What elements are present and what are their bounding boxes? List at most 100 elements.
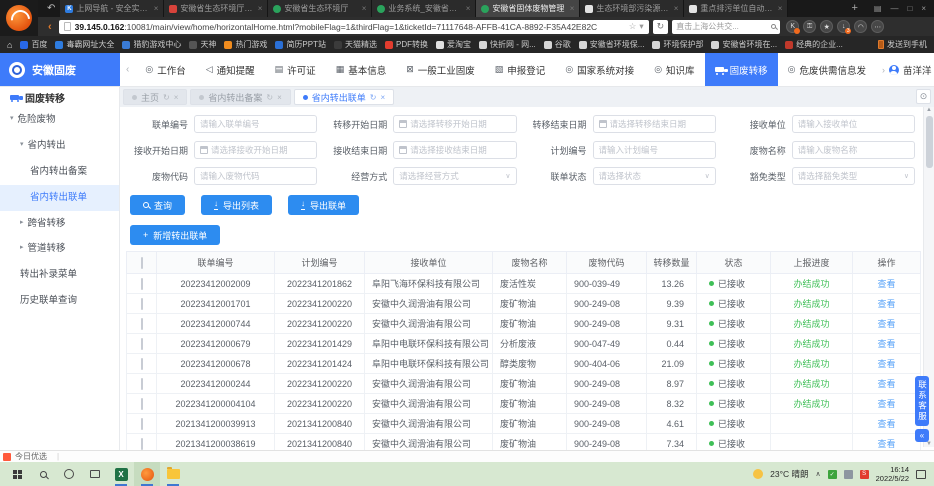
receive-start-date-input[interactable]: 请选择接收开始日期: [194, 141, 317, 159]
excel-taskbar-button[interactable]: X: [108, 462, 134, 486]
browser-tab-pollution-source[interactable]: 生态环境部污染源监...×: [580, 0, 684, 17]
page-tab-transfer-out-filing[interactable]: 省内转出备案↻×: [190, 89, 290, 105]
bookmark-item[interactable]: 天神: [189, 39, 216, 50]
tab-close-icon[interactable]: ×: [277, 93, 282, 102]
browser-tab-solid-waste-mgmt[interactable]: 安徽省固体废物管理×: [476, 0, 580, 17]
tab-close-icon[interactable]: ×: [778, 4, 783, 13]
window-menu-icon[interactable]: ▤: [874, 4, 882, 13]
nav-item-notifications[interactable]: ◁通知提醒: [196, 53, 265, 86]
send-to-phone-button[interactable]: 发送到手机: [878, 39, 927, 50]
window-close-icon[interactable]: ×: [921, 4, 926, 13]
bookmark-item[interactable]: 热门游戏: [224, 39, 267, 50]
daily-picks-label[interactable]: 今日优选: [15, 451, 47, 462]
clock[interactable]: 16:142022/5/22: [876, 465, 909, 484]
browser-search-box[interactable]: 直击上海公共交...: [672, 20, 780, 34]
browser-taskbar-button[interactable]: [134, 462, 160, 486]
page-tab-home[interactable]: 主页↻×: [123, 89, 187, 105]
manifest-status-input[interactable]: 请选择状态∨: [593, 167, 716, 185]
view-link[interactable]: 查看: [877, 359, 895, 369]
bookmark-item[interactable]: 天猫精选: [334, 39, 377, 50]
taskbar-search-button[interactable]: [30, 462, 56, 486]
view-link[interactable]: 查看: [877, 419, 895, 429]
favorites-icon[interactable]: ★: [820, 20, 833, 33]
nav-item-basic-info[interactable]: ▦基本信息: [326, 53, 397, 86]
sogou-tray-icon[interactable]: S: [860, 470, 869, 479]
waste-name-input[interactable]: 请输入废物名称: [792, 141, 915, 159]
tab-close-icon[interactable]: ×: [258, 4, 263, 13]
page-tab-transfer-out-manifest[interactable]: 省内转出联单↻×: [294, 89, 394, 105]
row-checkbox[interactable]: [141, 278, 143, 290]
nav-item-declaration[interactable]: ▧申报登记: [485, 53, 556, 86]
view-link[interactable]: 查看: [877, 319, 895, 329]
nav-item-general-industrial-waste[interactable]: ⊠一般工业固废: [396, 53, 485, 86]
bookmark-item[interactable]: 毒霸网址大全: [55, 39, 114, 50]
nav-item-waste-transfer[interactable]: 固废转移: [705, 53, 778, 86]
view-link[interactable]: 查看: [877, 439, 895, 449]
window-restore-icon[interactable]: □: [907, 4, 912, 13]
scroll-up-icon[interactable]: ▲: [926, 107, 932, 113]
tab-close-icon[interactable]: ×: [362, 4, 367, 13]
nav-item-workbench[interactable]: ◎工作台: [135, 53, 195, 86]
browser-logo[interactable]: [0, 0, 38, 36]
browser-tab-key-polluters[interactable]: 重点排污单位自动监...×: [684, 0, 788, 17]
row-checkbox[interactable]: [141, 298, 143, 310]
tab-close-icon[interactable]: ×: [381, 93, 386, 102]
sidebar-item-transfer-out-manifest[interactable]: 省内转出联单: [0, 185, 119, 211]
tab-refresh-icon[interactable]: ↻: [370, 93, 377, 102]
manifest-no-input[interactable]: 请输入联单编号: [194, 115, 317, 133]
sidebar-item-pipeline-transfer[interactable]: ▸管道转移: [0, 236, 119, 262]
row-checkbox[interactable]: [141, 398, 143, 410]
cortana-button[interactable]: [56, 462, 82, 486]
tab-close-icon[interactable]: ×: [570, 4, 575, 13]
tab-close-icon[interactable]: ×: [674, 4, 679, 13]
browser-back-button[interactable]: ‹: [45, 21, 55, 33]
tab-close-icon[interactable]: ×: [174, 93, 179, 102]
start-button[interactable]: [4, 462, 30, 486]
bookmark-item[interactable]: 爱淘宝: [436, 39, 471, 50]
row-checkbox[interactable]: [141, 418, 143, 430]
operation-mode-input[interactable]: 请选择经营方式∨: [393, 167, 516, 185]
customer-service-button[interactable]: 联系客服: [915, 376, 929, 426]
browser-tab-ah-env-dept[interactable]: 安徽省生态环境厅×: [268, 0, 372, 17]
search-icon[interactable]: [771, 24, 776, 29]
bookmark-item[interactable]: 猎豹游戏中心: [122, 39, 181, 50]
export-list-button[interactable]: ↓导出列表: [201, 195, 272, 215]
scroll-thumb[interactable]: [926, 116, 933, 168]
row-checkbox[interactable]: [141, 438, 143, 450]
lock-icon[interactable]: ⚿: [803, 20, 816, 33]
task-view-button[interactable]: [82, 462, 108, 486]
home-icon[interactable]: ⌂: [7, 40, 12, 50]
user-menu[interactable]: › 苗洋洋: [876, 63, 934, 77]
weather-text[interactable]: 23°C 晴朗: [770, 468, 808, 480]
view-link[interactable]: 查看: [877, 299, 895, 309]
bookmark-item[interactable]: 百度: [20, 39, 47, 50]
exemption-type-input[interactable]: 请选择豁免类型∨: [792, 167, 915, 185]
new-tab-button[interactable]: +: [843, 0, 865, 17]
sidebar-item-transfer-out-filing[interactable]: 省内转出备案: [0, 159, 119, 185]
tab-refresh-icon[interactable]: ↻: [163, 93, 170, 102]
row-checkbox[interactable]: [141, 358, 143, 370]
bookmark-item[interactable]: 环境保护部: [652, 39, 703, 50]
view-link[interactable]: 查看: [877, 399, 895, 409]
query-button[interactable]: 查询: [130, 195, 185, 215]
tab-refresh-icon[interactable]: ↻: [266, 93, 273, 102]
sidebar-item-supplementary-entry[interactable]: 转出补录菜单: [0, 262, 119, 288]
bookmark-item[interactable]: 安徽省环境保...: [579, 39, 645, 50]
tray-expand-icon[interactable]: ∧: [816, 470, 821, 478]
export-manifest-button[interactable]: ↓导出联单: [288, 195, 359, 215]
sidebar-item-hazardous-waste[interactable]: ▾危险废物: [0, 107, 119, 133]
sidebar-item-intra-province-transfer-out[interactable]: ▾省内转出: [0, 133, 119, 159]
notification-center-icon[interactable]: [916, 470, 926, 479]
bookmark-item[interactable]: 安徽省环境在...: [711, 39, 777, 50]
plan-no-input[interactable]: 请输入计划编号: [593, 141, 716, 159]
bookmark-item[interactable]: 谷歌: [544, 39, 571, 50]
waste-code-input[interactable]: 请输入废物代码: [194, 167, 317, 185]
row-checkbox[interactable]: [141, 318, 143, 330]
receiver-unit-input[interactable]: 请输入接收单位: [792, 115, 915, 133]
view-link[interactable]: 查看: [877, 279, 895, 289]
bookmark-star-icon[interactable]: ☆: [629, 21, 637, 32]
game-center-icon[interactable]: ◠: [854, 20, 867, 33]
tab-options-button[interactable]: ⊙: [916, 89, 931, 104]
select-all-checkbox[interactable]: [141, 257, 143, 269]
row-checkbox[interactable]: [141, 378, 143, 390]
